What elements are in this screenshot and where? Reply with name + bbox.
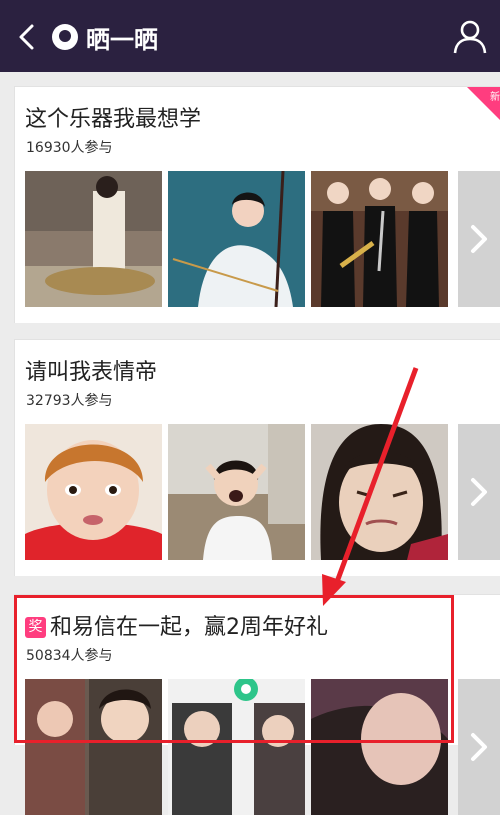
annotation-arrow xyxy=(322,367,419,606)
